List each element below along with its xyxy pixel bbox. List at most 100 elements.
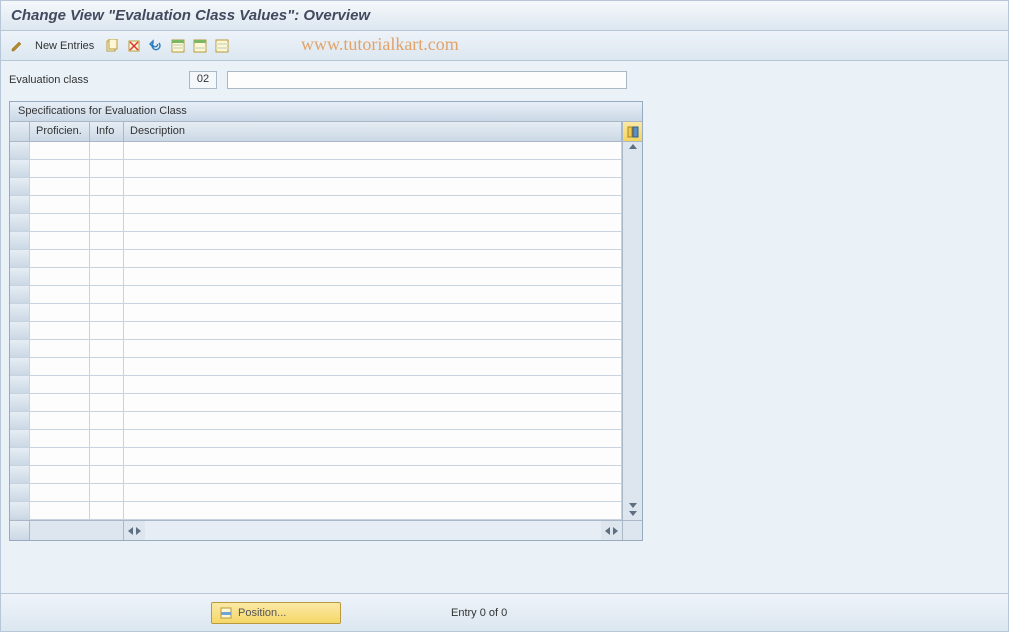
cell-proficien[interactable] — [30, 142, 90, 159]
row-selector[interactable] — [10, 196, 30, 213]
cell-proficien[interactable] — [30, 484, 90, 501]
cell-proficien[interactable] — [30, 466, 90, 483]
cell-proficien[interactable] — [30, 502, 90, 519]
cell-description[interactable] — [124, 502, 622, 519]
row-selector[interactable] — [10, 214, 30, 231]
cell-description[interactable] — [124, 448, 622, 465]
cell-description[interactable] — [124, 484, 622, 501]
cell-description[interactable] — [124, 376, 622, 393]
cell-description[interactable] — [124, 412, 622, 429]
row-selector[interactable] — [10, 142, 30, 159]
cell-info[interactable] — [90, 484, 124, 501]
deselect-all-icon[interactable] — [214, 38, 230, 54]
cell-proficien[interactable] — [30, 358, 90, 375]
cell-description[interactable] — [124, 196, 622, 213]
cell-info[interactable] — [90, 466, 124, 483]
cell-info[interactable] — [90, 196, 124, 213]
scroll-right-icon[interactable] — [613, 527, 618, 535]
cell-proficien[interactable] — [30, 448, 90, 465]
cell-info[interactable] — [90, 394, 124, 411]
column-header-info[interactable]: Info — [90, 122, 124, 141]
cell-proficien[interactable] — [30, 304, 90, 321]
cell-proficien[interactable] — [30, 340, 90, 357]
cell-description[interactable] — [124, 340, 622, 357]
undo-icon[interactable] — [148, 38, 164, 54]
cell-description[interactable] — [124, 142, 622, 159]
cell-description[interactable] — [124, 232, 622, 249]
cell-info[interactable] — [90, 232, 124, 249]
cell-info[interactable] — [90, 142, 124, 159]
cell-info[interactable] — [90, 376, 124, 393]
row-selector[interactable] — [10, 412, 30, 429]
row-selector[interactable] — [10, 484, 30, 501]
cell-proficien[interactable] — [30, 376, 90, 393]
scroll-down-icon[interactable] — [629, 511, 637, 516]
cell-info[interactable] — [90, 340, 124, 357]
row-selector[interactable] — [10, 466, 30, 483]
column-header-proficien[interactable]: Proficien. — [30, 122, 90, 141]
cell-info[interactable] — [90, 430, 124, 447]
cell-proficien[interactable] — [30, 430, 90, 447]
cell-info[interactable] — [90, 250, 124, 267]
select-all-header[interactable] — [10, 122, 30, 141]
cell-proficien[interactable] — [30, 214, 90, 231]
cell-proficien[interactable] — [30, 322, 90, 339]
row-selector[interactable] — [10, 448, 30, 465]
row-selector[interactable] — [10, 502, 30, 519]
position-button[interactable]: Position... — [211, 602, 341, 624]
cell-proficien[interactable] — [30, 412, 90, 429]
cell-info[interactable] — [90, 358, 124, 375]
new-entries-button[interactable]: New Entries — [31, 38, 98, 54]
cell-description[interactable] — [124, 358, 622, 375]
cell-description[interactable] — [124, 214, 622, 231]
cell-info[interactable] — [90, 502, 124, 519]
scroll-left-icon[interactable] — [128, 527, 133, 535]
row-selector[interactable] — [10, 268, 30, 285]
toggle-change-icon[interactable] — [9, 38, 25, 54]
cell-info[interactable] — [90, 160, 124, 177]
row-selector[interactable] — [10, 340, 30, 357]
cell-proficien[interactable] — [30, 268, 90, 285]
cell-info[interactable] — [90, 304, 124, 321]
cell-description[interactable] — [124, 178, 622, 195]
scroll-right-step-icon[interactable] — [136, 527, 141, 535]
select-all-icon[interactable] — [170, 38, 186, 54]
cell-info[interactable] — [90, 286, 124, 303]
cell-proficien[interactable] — [30, 196, 90, 213]
cell-proficien[interactable] — [30, 250, 90, 267]
cell-description[interactable] — [124, 322, 622, 339]
row-selector[interactable] — [10, 394, 30, 411]
scroll-up-icon[interactable] — [629, 144, 637, 149]
select-block-icon[interactable] — [192, 38, 208, 54]
cell-info[interactable] — [90, 412, 124, 429]
hscroll-track[interactable] — [145, 521, 601, 540]
row-selector[interactable] — [10, 178, 30, 195]
cell-proficien[interactable] — [30, 232, 90, 249]
row-selector[interactable] — [10, 232, 30, 249]
cell-info[interactable] — [90, 214, 124, 231]
row-selector[interactable] — [10, 250, 30, 267]
cell-info[interactable] — [90, 178, 124, 195]
row-selector[interactable] — [10, 322, 30, 339]
row-selector[interactable] — [10, 376, 30, 393]
cell-proficien[interactable] — [30, 394, 90, 411]
row-selector[interactable] — [10, 358, 30, 375]
delete-icon[interactable] — [126, 38, 142, 54]
table-settings-icon[interactable] — [622, 122, 642, 141]
column-header-description[interactable]: Description — [124, 122, 622, 141]
row-selector[interactable] — [10, 304, 30, 321]
scroll-left-step-icon[interactable] — [605, 527, 610, 535]
cell-info[interactable] — [90, 322, 124, 339]
evaluation-class-desc-input[interactable] — [227, 71, 627, 89]
horizontal-scrollbar[interactable] — [10, 520, 642, 540]
cell-info[interactable] — [90, 448, 124, 465]
cell-description[interactable] — [124, 250, 622, 267]
cell-proficien[interactable] — [30, 286, 90, 303]
cell-info[interactable] — [90, 268, 124, 285]
cell-description[interactable] — [124, 430, 622, 447]
row-selector[interactable] — [10, 430, 30, 447]
cell-description[interactable] — [124, 268, 622, 285]
evaluation-class-code-input[interactable]: 02 — [189, 71, 217, 89]
vertical-scrollbar[interactable] — [622, 142, 642, 520]
row-selector[interactable] — [10, 286, 30, 303]
